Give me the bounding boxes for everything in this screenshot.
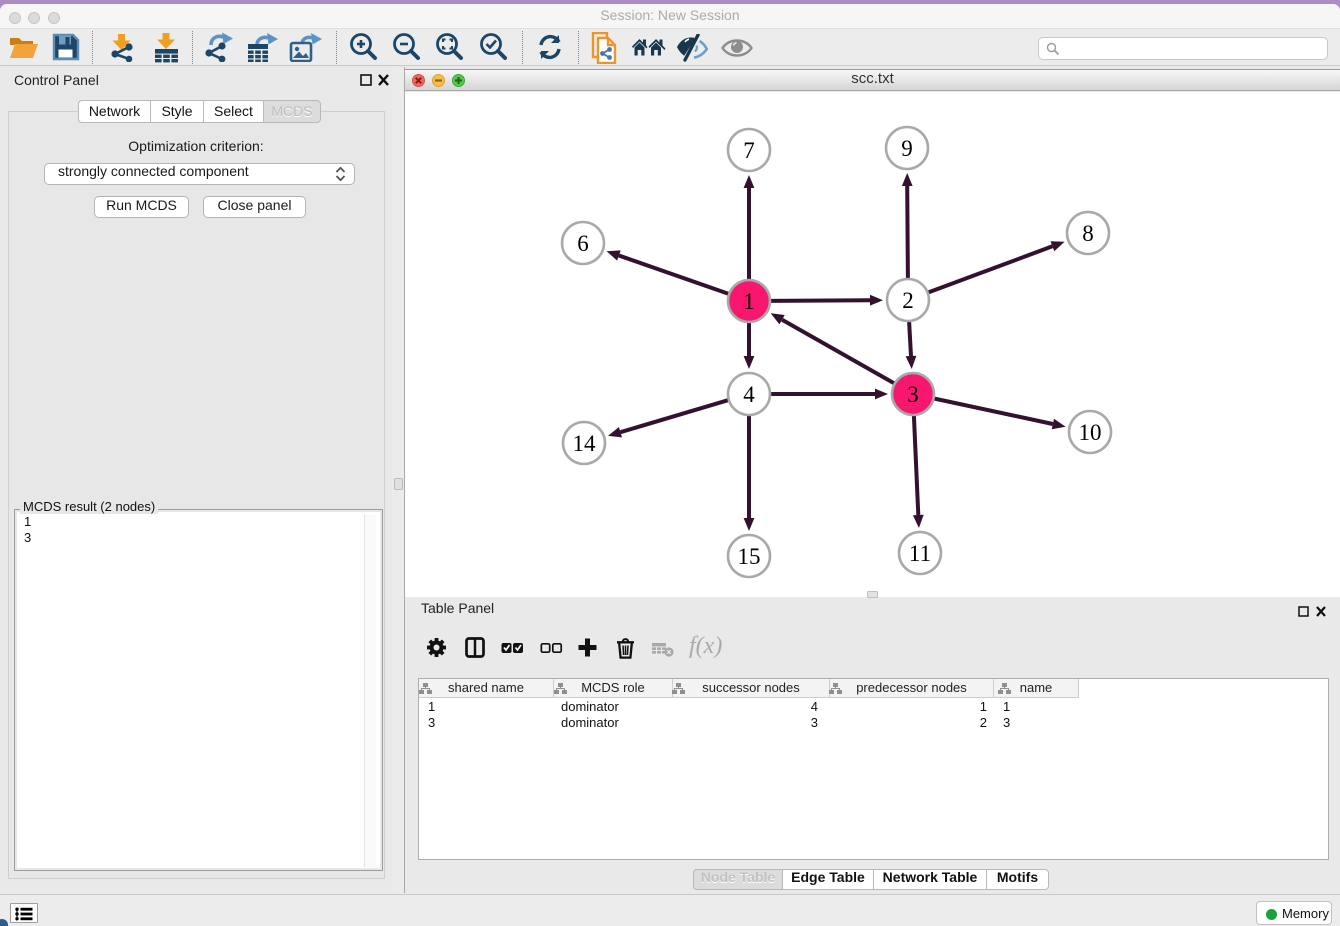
svg-text:1: 1 bbox=[743, 289, 755, 314]
svg-text:6: 6 bbox=[577, 231, 589, 256]
svg-text:10: 10 bbox=[1079, 420, 1102, 445]
svg-text:4: 4 bbox=[743, 382, 755, 407]
svg-text:7: 7 bbox=[743, 138, 755, 163]
svg-text:15: 15 bbox=[738, 544, 761, 569]
svg-text:11: 11 bbox=[909, 541, 931, 566]
svg-text:9: 9 bbox=[901, 136, 913, 161]
svg-text:14: 14 bbox=[573, 431, 597, 456]
svg-text:8: 8 bbox=[1082, 221, 1094, 246]
svg-text:2: 2 bbox=[902, 288, 914, 313]
svg-text:3: 3 bbox=[907, 382, 919, 407]
